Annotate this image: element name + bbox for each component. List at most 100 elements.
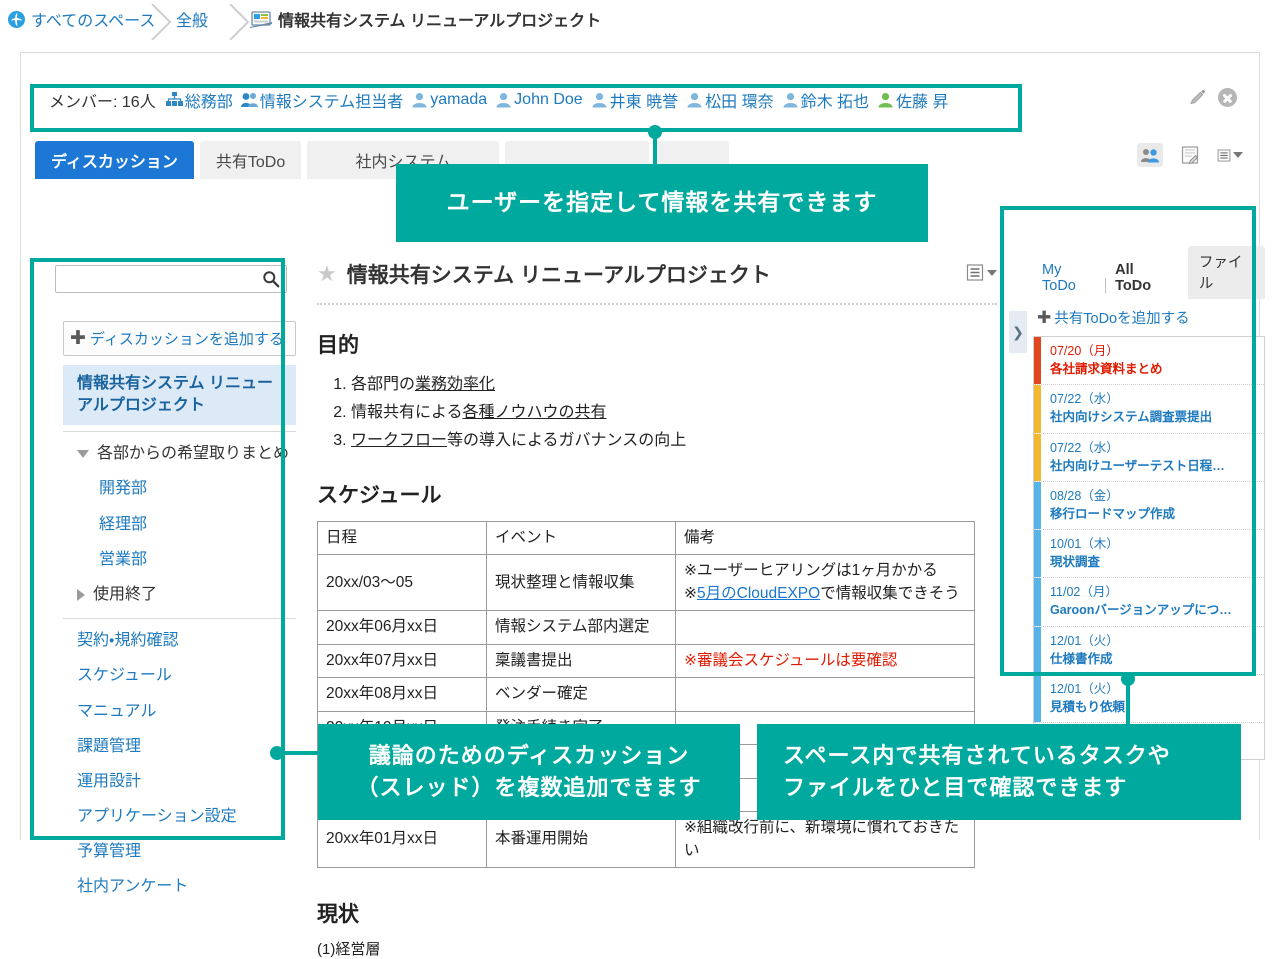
breadcrumb-chevron-icon (148, 4, 174, 40)
tab-files[interactable]: ファイル (1187, 246, 1266, 299)
link[interactable]: 5月のCloudEXPO (697, 585, 820, 602)
member-label: 井東 暁誉 (609, 94, 679, 111)
member-org-soumu[interactable]: 総務部 (165, 88, 233, 112)
divider (317, 303, 997, 305)
list-menu-icon (966, 264, 984, 281)
notebook-icon[interactable] (1177, 143, 1203, 167)
todo-text: 12/01（火） 見積もり依頼 (1041, 675, 1131, 722)
list-menu-icon[interactable] (1217, 143, 1243, 167)
callout-text-line2: （スレッド）を複数追加できます (356, 775, 702, 800)
add-shared-todo-button[interactable]: ✚ 共有ToDoを追加する (1033, 299, 1265, 336)
list-item[interactable]: 12/01（火） 見積もり依頼 (1034, 674, 1264, 723)
member-user-ito[interactable]: 井東 暁誉 (591, 88, 678, 112)
member-user-suzuki[interactable]: 鈴木 拓也 (782, 88, 869, 112)
list-item[interactable]: 11/02（月） Garoonバージョンアップにつ… (1034, 578, 1264, 627)
table-row: 20xx/03〜05 現状整理と情報収集 ※ユーザーヒアリングは1ヶ月かかる ※… (317, 554, 975, 612)
breadcrumb-item-general[interactable]: 全般 (176, 7, 208, 31)
add-discussion-button[interactable]: ✚ ディスカッションを追加する (63, 321, 296, 356)
close-icon[interactable] (1218, 88, 1237, 107)
content-menu-button[interactable] (966, 263, 997, 282)
panel-collapse-button[interactable]: ❯ (1009, 311, 1027, 353)
list-item: 情報共有による各種ノウハウの共有 (351, 399, 997, 427)
cell-event: 現状整理と情報収集 (486, 554, 676, 612)
sidebar-item-contract[interactable]: 契約・規約確認 (63, 623, 296, 658)
todo-date: 12/01（火） (1050, 633, 1119, 648)
table-row: 20xx年07月xx日 稟議書提出 ※審議会スケジュールは要確認 (317, 643, 975, 679)
user-icon (412, 93, 427, 108)
list-item[interactable]: 08/28（金） 移行ロードマップ作成 (1034, 481, 1264, 530)
list-item[interactable]: 10/01（木） 現状調査 (1034, 530, 1264, 579)
breadcrumb-item-all-spaces[interactable]: すべてのスペース (8, 7, 155, 31)
list-item[interactable]: 07/22（水） 社内向けユーザーテスト日程… (1034, 433, 1264, 482)
callout-text-line2: ファイルをひと目で確認できます (783, 775, 1128, 800)
priority-bar (1034, 481, 1041, 529)
member-label: 松田 環奈 (705, 94, 774, 111)
chevron-down-icon (1233, 152, 1243, 158)
member-user-yamada[interactable]: yamada (411, 91, 487, 109)
member-group-is[interactable]: 情報システム担当者 (240, 88, 403, 112)
breadcrumb-label: 情報共有システム リニューアルプロジェクト (278, 13, 602, 30)
members-icon[interactable] (1137, 143, 1163, 167)
section-heading-schedule: スケジュール (317, 484, 442, 507)
member-user-sato[interactable]: 佐藤 昇 (877, 88, 948, 112)
tab-shared-todo[interactable]: 共有ToDo (199, 141, 302, 179)
sidebar-group-label: 各部からの希望取りまとめ (97, 445, 290, 463)
triangle-right-icon (77, 588, 85, 601)
todo-title: Garoonバージョンアップにつ… (1050, 603, 1232, 618)
group-icon (240, 93, 258, 107)
column-header: 備考 (675, 520, 975, 556)
user-icon (687, 93, 702, 108)
todo-text: 10/01（木） 現状調査 (1041, 530, 1125, 577)
link[interactable]: 各種ノウハウの共有 (463, 404, 607, 421)
member-bar-actions (1188, 88, 1237, 107)
sidebar-group-requests[interactable]: 各部からの希望取りまとめ (63, 436, 296, 471)
priority-bar (1034, 578, 1041, 626)
todo-text: 07/20（月） 各社請求資料まとめ (1041, 337, 1169, 384)
list-item[interactable]: 07/22（水） 社内向けシステム調査票提出 (1034, 385, 1264, 434)
link[interactable]: 業務効率化 (415, 376, 495, 393)
pencil-icon[interactable] (1188, 89, 1206, 107)
todo-list: 07/20（月） 各社請求資料まとめ 07/22（水） 社内向けシステム調査票提… (1033, 336, 1265, 760)
todo-text: 11/02（月） Garoonバージョンアップにつ… (1041, 578, 1238, 625)
add-discussion-label: ディスカッションを追加する (89, 331, 284, 348)
link[interactable]: ワークフロー (351, 432, 447, 449)
tab-discussion[interactable]: ディスカッション (35, 141, 194, 179)
member-count: メンバー: 16人 (49, 94, 156, 111)
sidebar-item-issues[interactable]: 課題管理 (63, 729, 296, 764)
cell-date: 20xx年08月xx日 (317, 677, 487, 712)
star-icon[interactable]: ★ (317, 263, 337, 285)
breadcrumb-chevron-icon (226, 4, 252, 40)
globe-icon (8, 10, 25, 28)
member-list: メンバー: 16人 総務部 情報システム担当者 yamada John Doe … (35, 79, 1245, 121)
note-prefix: ※ (684, 584, 697, 602)
add-shared-todo-label: 共有ToDoを追加する (1054, 311, 1190, 327)
search-input[interactable] (55, 265, 287, 293)
sidebar-item-kaihatsu[interactable]: 開発部 (63, 471, 296, 506)
list-item: ワークフロー等の導入によるガバナンスの向上 (351, 427, 997, 455)
list-item: 各部門の業務効率化 (351, 371, 997, 399)
priority-bar (1034, 626, 1041, 674)
sidebar-item-manual[interactable]: マニュアル (63, 694, 296, 729)
tab-my-todo[interactable]: My ToDo (1033, 258, 1105, 299)
list-item[interactable]: 12/01（火） 仕様書作成 (1034, 626, 1264, 675)
member-user-matsuda[interactable]: 松田 環奈 (686, 88, 774, 112)
sidebar-item-current[interactable]: 情報共有システム リニューアルプロジェクト (63, 365, 296, 426)
cell-note (675, 677, 975, 712)
tab-all-todo[interactable]: All ToDo (1106, 258, 1180, 299)
sidebar-group-finished[interactable]: 使用終了 (63, 577, 296, 612)
sidebar-item-operations[interactable]: 運用設計 (63, 764, 296, 799)
cell-note: ※ユーザーヒアリングは1ヶ月かかる ※5月のCloudEXPOで情報収集できそう (675, 554, 975, 612)
sidebar-item-keiri[interactable]: 経理部 (63, 507, 296, 542)
sidebar-item-survey[interactable]: 社内アンケート (63, 869, 296, 904)
sidebar-item-app-settings[interactable]: アプリケーション設定 (63, 799, 296, 834)
callout-text-line1: 議論のためのディスカッション (368, 743, 690, 769)
purpose-list: 各部門の業務効率化 情報共有による各種ノウハウの共有 ワークフロー等の導入による… (317, 371, 997, 455)
sidebar-item-eigyo[interactable]: 営業部 (63, 542, 296, 577)
member-user-john-doe[interactable]: John Doe (495, 91, 583, 109)
list-item[interactable]: 07/20（月） 各社請求資料まとめ (1034, 337, 1264, 386)
sidebar-item-schedule[interactable]: スケジュール (63, 658, 296, 693)
todo-title: 仕様書作成 (1050, 651, 1113, 666)
todo-date: 07/20（月） (1050, 344, 1119, 358)
cell-date: 20xx年06月xx日 (317, 610, 487, 645)
callout-connector-stem (1126, 676, 1130, 724)
